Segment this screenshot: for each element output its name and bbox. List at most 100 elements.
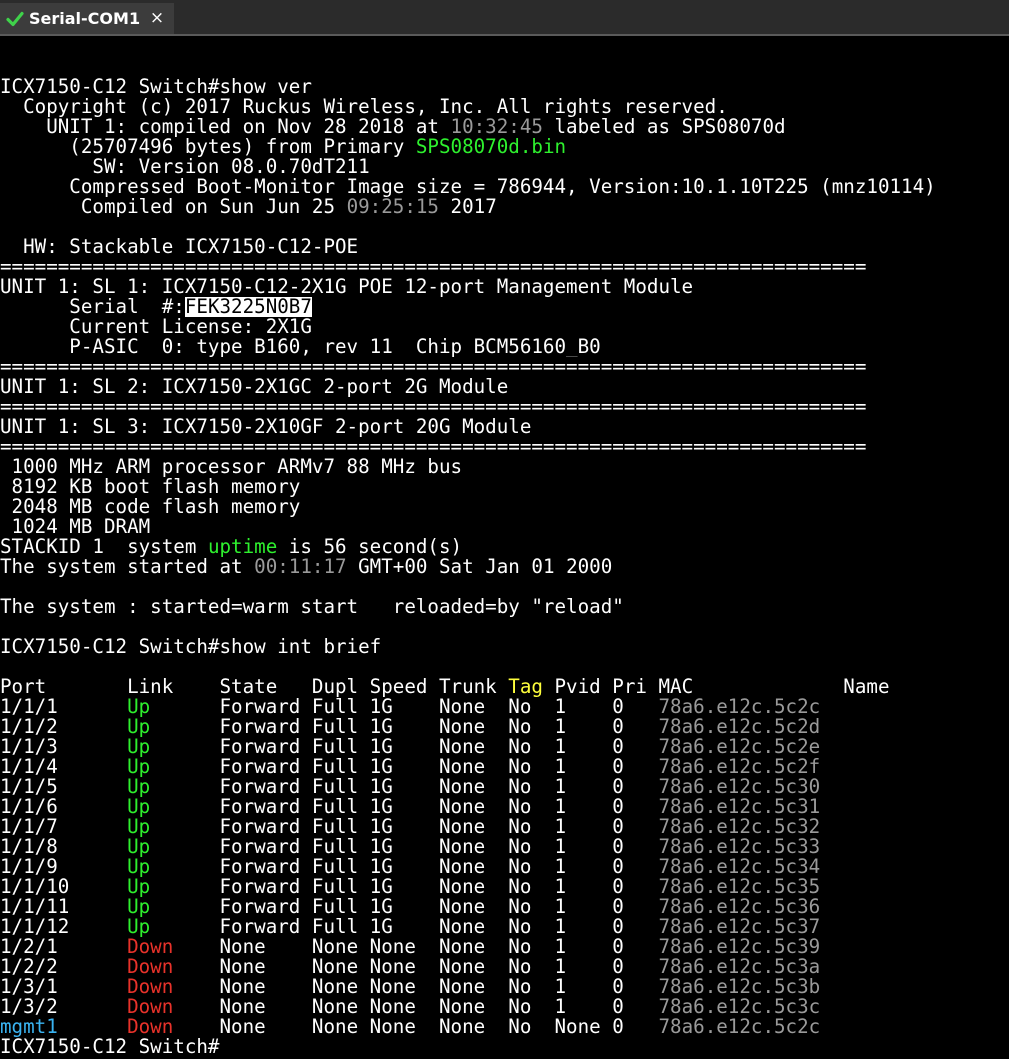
terminal-line: 1/1/7 Up Forward Full 1G None No 1 0 78a…	[0, 817, 1009, 837]
terminal-line: Compressed Boot-Monitor Image size = 786…	[0, 177, 1009, 197]
terminal-text: None None None None No None 0	[173, 1017, 659, 1037]
terminal-text: UNIT 1: compiled on Nov 28 2018 at	[0, 117, 451, 137]
terminal-text: Forward Full 1G None No 1 0	[150, 777, 659, 797]
terminal-text: SPS08070d.bin	[415, 137, 567, 157]
terminal-text: STACKID 1 system	[0, 537, 208, 557]
terminal-line: 1/2/2 Down None None None None No 1 0 78…	[0, 957, 1009, 977]
terminal-text: 78a6.e12c.5c2d	[658, 717, 821, 737]
terminal-text: 1/1/6	[0, 797, 128, 817]
terminal-line: 1/3/2 Down None None None None No 1 0 78…	[0, 997, 1009, 1017]
terminal-text: 1/1/7	[0, 817, 128, 837]
close-icon[interactable]: ×	[148, 8, 166, 28]
terminal-line: UNIT 1: compiled on Nov 28 2018 at 10:32…	[0, 117, 1009, 137]
terminal-text: Up	[127, 837, 151, 857]
terminal-text: Compressed Boot-Monitor Image size = 786…	[0, 177, 936, 197]
terminal-text: Up	[127, 717, 151, 737]
terminal-text: Compiled on Sun Jun 25	[0, 197, 347, 217]
terminal-line: (25707496 bytes) from Primary SPS08070d.…	[0, 137, 1009, 157]
terminal-text: 78a6.e12c.5c36	[658, 897, 821, 917]
terminal-text: None None None None No 1 0	[173, 977, 659, 997]
terminal-text: Down	[127, 937, 174, 957]
terminal-text: 1000 MHz ARM processor ARMv7 88 MHz bus	[0, 457, 463, 477]
terminal-text: Forward Full 1G None No 1 0	[150, 897, 659, 917]
terminal-line: UNIT 1: SL 3: ICX7150-2X10GF 2-port 20G …	[0, 417, 1009, 437]
terminal-text: ========================================…	[0, 257, 867, 277]
terminal-text: 1/2/1	[0, 937, 128, 957]
terminal-text: labeled as SPS08070d	[542, 117, 786, 137]
terminal-line: STACKID 1 system uptime is 56 second(s)	[0, 537, 1009, 557]
terminal-text: 78a6.e12c.5c30	[658, 777, 821, 797]
terminal-text: 2048 MB code flash memory	[0, 497, 301, 517]
terminal-line: 1000 MHz ARM processor ARMv7 88 MHz bus	[0, 457, 1009, 477]
terminal-output[interactable]: ICX7150-C12 Switch#show ver Copyright (c…	[0, 57, 1009, 1057]
terminal-text: Up	[127, 877, 151, 897]
terminal-text: 1/1/2	[0, 717, 128, 737]
terminal-text: Tag	[508, 677, 543, 697]
terminal-line: 1/1/2 Up Forward Full 1G None No 1 0 78a…	[0, 717, 1009, 737]
terminal-text: SW: Version 08.0.70dT211	[0, 157, 370, 177]
terminal-line: 1/1/6 Up Forward Full 1G None No 1 0 78a…	[0, 797, 1009, 817]
terminal-line: The system started at 00:11:17 GMT+00 Sa…	[0, 557, 1009, 577]
terminal-text: 2017	[438, 197, 497, 217]
terminal-text: Copyright (c) 2017 Ruckus Wireless, Inc.…	[0, 97, 728, 117]
terminal-text: Forward Full 1G None No 1 0	[150, 717, 659, 737]
terminal-line: 1/1/5 Up Forward Full 1G None No 1 0 78a…	[0, 777, 1009, 797]
terminal-text: 1/1/11	[0, 897, 128, 917]
terminal-line: 1024 MB DRAM	[0, 517, 1009, 537]
terminal-text: 78a6.e12c.5c2c	[658, 697, 821, 717]
terminal-text: (25707496 bytes) from Primary	[0, 137, 416, 157]
terminal-text: Up	[127, 777, 151, 797]
terminal-line: Copyright (c) 2017 Ruckus Wireless, Inc.…	[0, 97, 1009, 117]
terminal-line: The system : started=warm start reloaded…	[0, 597, 1009, 617]
terminal-text: ========================================…	[0, 437, 867, 457]
terminal-line: SW: Version 08.0.70dT211	[0, 157, 1009, 177]
terminal-line: Port Link State Dupl Speed Trunk Tag Pvi…	[0, 677, 1009, 697]
terminal-text: 1/1/8	[0, 837, 128, 857]
terminal-line: 1/2/1 Down None None None None No 1 0 78…	[0, 937, 1009, 957]
terminal-line: 1/3/1 Down None None None None No 1 0 78…	[0, 977, 1009, 997]
terminal-text: ICX7150-C12 Switch#show ver	[0, 77, 312, 97]
terminal-line: UNIT 1: SL 1: ICX7150-C12-2X1G POE 12-po…	[0, 277, 1009, 297]
terminal-line: Current License: 2X1G	[0, 317, 1009, 337]
terminal-text: Down	[127, 977, 174, 997]
terminal-text: Up	[127, 697, 151, 717]
terminal-line: mgmt1 Down None None None None No None 0…	[0, 1017, 1009, 1037]
terminal-text: uptime	[207, 537, 278, 557]
terminal-text: 78a6.e12c.5c37	[658, 917, 821, 937]
terminal-line: 8192 KB boot flash memory	[0, 477, 1009, 497]
terminal-text: 1/1/3	[0, 737, 128, 757]
terminal-line: ========================================…	[0, 357, 1009, 377]
selected-text: FEK3225N0B7	[184, 297, 312, 317]
terminal-line: P-ASIC 0: type B160, rev 11 Chip BCM5616…	[0, 337, 1009, 357]
terminal-text: 1/1/5	[0, 777, 128, 797]
terminal-text: 78a6.e12c.5c3a	[658, 957, 821, 977]
terminal-text: 1/3/1	[0, 977, 128, 997]
terminal-line: Serial #:FEK3225N0B7	[0, 297, 1009, 317]
terminal-text: Port Link State Dupl Speed Trunk	[0, 677, 509, 697]
terminal-text: Forward Full 1G None No 1 0	[150, 857, 659, 877]
terminal-text: ========================================…	[0, 357, 867, 377]
terminal-text: 1/1/4	[0, 757, 128, 777]
terminal-text: ========================================…	[0, 397, 867, 417]
terminal-line: 1/1/9 Up Forward Full 1G None No 1 0 78a…	[0, 857, 1009, 877]
terminal-text: 1/1/10	[0, 877, 128, 897]
terminal-line: UNIT 1: SL 2: ICX7150-2X1GC 2-port 2G Mo…	[0, 377, 1009, 397]
terminal-text: 78a6.e12c.5c2e	[658, 737, 821, 757]
terminal-line: 1/1/4 Up Forward Full 1G None No 1 0 78a…	[0, 757, 1009, 777]
terminal-text: Down	[127, 1017, 174, 1037]
terminal-text: Forward Full 1G None No 1 0	[150, 757, 659, 777]
terminal-text: 1/1/9	[0, 857, 128, 877]
terminal-text: Forward Full 1G None No 1 0	[150, 697, 659, 717]
terminal-text: Up	[127, 757, 151, 777]
terminal-text: 00:11:17	[254, 557, 347, 577]
terminal-text: 1/1/1	[0, 697, 128, 717]
check-icon	[6, 11, 24, 27]
tab-serial-com1[interactable]: Serial-COM1 ×	[0, 3, 174, 34]
terminal-text: Up	[127, 897, 151, 917]
terminal-text: 1/3/2	[0, 997, 128, 1017]
terminal-text: 78a6.e12c.5c2c	[658, 1017, 821, 1037]
terminal-line: 2048 MB code flash memory	[0, 497, 1009, 517]
terminal-line: HW: Stackable ICX7150-C12-POE	[0, 237, 1009, 257]
